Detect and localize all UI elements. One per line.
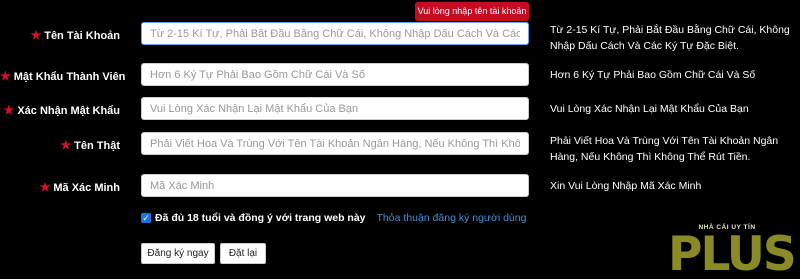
reset-button[interactable]: Đặt lại bbox=[220, 243, 266, 264]
verification-label: ★ Mã Xác Minh bbox=[0, 180, 120, 194]
real-name-hint: Phải Viết Hoa Và Trùng Với Tên Tài Khoản… bbox=[550, 135, 779, 163]
required-star-icon: ★ bbox=[60, 138, 72, 152]
agreement-row: ✓ Đã đủ 18 tuổi và đồng ý với trang web … bbox=[141, 212, 526, 224]
username-input[interactable] bbox=[141, 22, 529, 45]
required-star-icon: ★ bbox=[0, 69, 11, 83]
real-name-label: ★ Tên Thật bbox=[0, 138, 120, 152]
logo-brand: PLUS bbox=[668, 227, 797, 279]
verification-label-text: Mã Xác Minh bbox=[53, 182, 120, 194]
confirm-password-label: ★ Xác Nhận Mật Khẩu bbox=[0, 103, 120, 117]
required-star-icon: ★ bbox=[39, 180, 51, 194]
confirm-password-label-text: Xác Nhận Mật Khẩu bbox=[17, 105, 120, 117]
real-name-input[interactable] bbox=[141, 132, 529, 155]
verification-code-input[interactable] bbox=[141, 174, 529, 197]
username-label: ★ Tên Tài Khoản bbox=[0, 28, 120, 42]
password-label: ★ Mật Khẩu Thành Viên bbox=[0, 69, 125, 83]
password-label-text: Mật Khẩu Thành Viên bbox=[13, 71, 126, 83]
terms-link[interactable]: Thỏa thuận đăng ký người dùng bbox=[377, 212, 527, 224]
brand-logo: NHÀ CÁI UY TÍN PLUS bbox=[668, 224, 798, 279]
username-hint: Từ 2-15 Kí Tự, Phải Bắt Đầu Bằng Chữ Cái… bbox=[550, 24, 790, 52]
verification-hint: Xin Vui Lòng Nhập Mã Xác Minh bbox=[550, 180, 702, 192]
agree-label: Đã đủ 18 tuổi và đồng ý với trang web nà… bbox=[155, 212, 366, 224]
real-name-label-text: Tên Thật bbox=[74, 140, 120, 152]
username-label-text: Tên Tài Khoản bbox=[44, 30, 120, 42]
password-input[interactable] bbox=[141, 63, 529, 86]
register-button[interactable]: Đăng ký ngay bbox=[141, 243, 215, 264]
required-star-icon: ★ bbox=[3, 103, 15, 117]
username-tooltip: Vui lòng nhập tên tài khoản bbox=[415, 2, 529, 21]
password-hint: Hơn 6 Ký Tự Phải Bao Gồm Chữ Cái Và Số bbox=[550, 69, 756, 81]
agree-checkbox[interactable]: ✓ bbox=[141, 213, 151, 223]
confirm-password-hint: Vui Lòng Xác Nhận Lại Mật Khẩu Của Bạn bbox=[550, 103, 749, 115]
confirm-password-input[interactable] bbox=[141, 97, 529, 120]
required-star-icon: ★ bbox=[30, 28, 42, 42]
